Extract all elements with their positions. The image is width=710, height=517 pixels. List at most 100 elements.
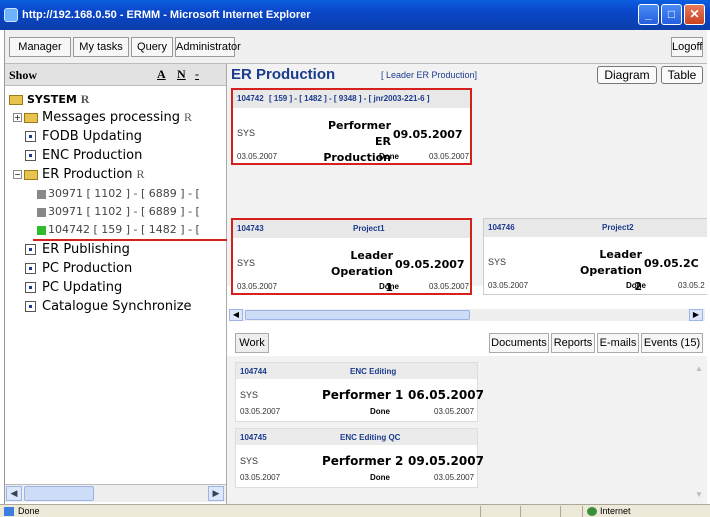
- card-id: 104743: [237, 224, 264, 233]
- card-end-date: 03.05.2007: [434, 473, 475, 482]
- right-content-panel: ER Production [ Leader ER Production] Di…: [227, 64, 707, 504]
- card-due-date: 09.05.2C: [644, 257, 699, 270]
- task-card-104742[interactable]: 104742 [ 159 ] - [ 1482 ] - [ 9348 ] - […: [231, 88, 472, 165]
- card-name: ENC Editing QC: [340, 433, 401, 442]
- menu-administrator-button[interactable]: Administrator: [175, 37, 241, 57]
- collapse-icon[interactable]: −: [13, 170, 22, 179]
- card-start-date: 03.05.2007: [488, 281, 529, 290]
- er-production-header: ER Production [ Leader ER Production] Di…: [227, 64, 707, 86]
- tree-item-104742[interactable]: 104742 [ 159 ] - [ 1482 ] - [: [37, 223, 200, 236]
- folder-open-icon: [9, 95, 23, 105]
- filter-a-link[interactable]: A: [157, 67, 166, 82]
- document-icon: [25, 263, 36, 274]
- card-start-date: 03.05.2007: [240, 407, 281, 416]
- tab-work[interactable]: Work: [235, 333, 269, 353]
- left-tree-panel: Show A N - SYSTEM R + Messages processing R…: [5, 64, 227, 504]
- tree-item-catalogue-synchronize[interactable]: Catalogue Synchronize: [25, 299, 192, 314]
- work-vertical-scrollbar[interactable]: ▲ ▼: [693, 364, 705, 504]
- selection-underline: [33, 239, 227, 241]
- card-performer: Performer 2: [322, 454, 404, 468]
- menu-query-button[interactable]: Query: [131, 37, 173, 57]
- green-square-icon: [37, 225, 46, 235]
- work-list: 104744 ENC Editing SYS Performer 1 06.05…: [227, 356, 707, 504]
- grid-horizontal-scrollbar[interactable]: ◀ ▶: [229, 309, 705, 321]
- app-area: Manager My tasks Query Administrator Log…: [4, 30, 707, 504]
- tree-item-pc-updating[interactable]: PC Updating: [25, 280, 122, 295]
- task-card-104743[interactable]: 104743 Project1 SYS Leader Operation 1 09…: [231, 218, 472, 295]
- scroll-thumb[interactable]: [24, 486, 94, 501]
- tree-item-er-publishing[interactable]: ER Publishing: [25, 242, 130, 257]
- maximize-button[interactable]: □: [661, 4, 682, 25]
- card-performer: Performer 1: [322, 388, 404, 402]
- menu-manager-button[interactable]: Manager: [9, 37, 71, 57]
- folder-icon: [24, 112, 38, 123]
- tree-item-er-production[interactable]: − ER Production R: [13, 167, 145, 182]
- card-id: 104746: [488, 223, 515, 232]
- card-end-date: 03.05.2007: [429, 282, 470, 291]
- process-grid: 104742 [ 159 ] - [ 1482 ] - [ 9348 ] - […: [227, 86, 707, 295]
- task-card-104746[interactable]: 104746 Project2 SYS Leader Operation 2 09…: [483, 218, 707, 295]
- left-horizontal-scrollbar[interactable]: ◀ ▶: [5, 484, 226, 502]
- card-end-date: 03.05.2007: [434, 407, 475, 416]
- scroll-left-arrow-icon[interactable]: ◀: [6, 486, 22, 501]
- card-sys: SYS: [488, 257, 507, 267]
- window-title-bar: http://192.168.0.50 - ERMM - Microsoft I…: [0, 0, 710, 30]
- card-id: 104742: [237, 94, 264, 103]
- tab-documents[interactable]: Documents: [489, 333, 549, 353]
- document-icon: [25, 301, 36, 312]
- card-start-date: 03.05.2007: [240, 473, 281, 482]
- filter-n-link[interactable]: N: [177, 67, 186, 82]
- card-name: [ 159 ] - [ 1482 ] - [ 9348 ] - [ jnr200…: [269, 94, 430, 103]
- tab-events[interactable]: Events (15): [641, 333, 703, 353]
- card-name: Project2: [602, 223, 634, 232]
- gray-square-icon: [37, 189, 46, 199]
- scroll-down-arrow-icon[interactable]: ▼: [693, 490, 705, 502]
- tab-reports[interactable]: Reports: [551, 333, 595, 353]
- work-card-104744[interactable]: 104744 ENC Editing SYS Performer 1 06.05…: [235, 362, 484, 422]
- scroll-up-arrow-icon[interactable]: ▲: [693, 364, 705, 376]
- card-due-date: 09.05.2007: [408, 454, 484, 468]
- card-sys: SYS: [240, 456, 259, 466]
- card-status: Done: [379, 152, 399, 161]
- card-due-date: 06.05.2007: [408, 388, 484, 402]
- tree-item-messages-processing[interactable]: + Messages processing R: [13, 110, 192, 125]
- close-button[interactable]: ✕: [684, 4, 705, 25]
- scroll-right-arrow-icon[interactable]: ▶: [208, 486, 224, 501]
- minimize-button[interactable]: _: [638, 4, 659, 25]
- document-icon: [25, 282, 36, 293]
- tree-item-pc-production[interactable]: PC Production: [25, 261, 132, 276]
- table-button[interactable]: Table: [661, 66, 703, 84]
- scroll-left-arrow-icon[interactable]: ◀: [229, 309, 243, 321]
- tree-item-30971-b[interactable]: 30971 [ 1102 ] - [ 6889 ] - [: [37, 205, 200, 218]
- card-status: Done: [370, 473, 390, 482]
- tab-emails[interactable]: E-mails: [597, 333, 639, 353]
- status-bar: Done Internet: [0, 504, 710, 517]
- card-end-date: 03.05.2007: [429, 152, 470, 161]
- logoff-button[interactable]: Logoff: [671, 37, 703, 57]
- tree-item-fodb-updating[interactable]: FODB Updating: [25, 129, 142, 144]
- tree-item-30971-a[interactable]: 30971 [ 1102 ] - [ 6889 ] - [: [37, 187, 200, 200]
- menu-bar: Manager My tasks Query Administrator Log…: [5, 30, 707, 64]
- card-status: Done: [626, 281, 646, 290]
- show-bar: Show A N -: [5, 64, 226, 86]
- card-name: ENC Editing: [350, 367, 397, 376]
- card-id: 104744: [240, 367, 267, 376]
- scroll-thumb[interactable]: [245, 310, 470, 320]
- card-id: 104745: [240, 433, 267, 442]
- security-zone: Internet: [600, 506, 631, 516]
- scroll-right-arrow-icon[interactable]: ▶: [689, 309, 703, 321]
- tree-item-enc-production[interactable]: ENC Production: [25, 148, 142, 163]
- menu-my-tasks-button[interactable]: My tasks: [73, 37, 129, 57]
- document-icon: [25, 244, 36, 255]
- tree-item-system[interactable]: SYSTEM R: [9, 92, 89, 107]
- card-sys: SYS: [237, 258, 256, 268]
- detail-tabs: Work Documents Reports E-mails Events (1…: [227, 330, 707, 356]
- work-card-104745[interactable]: 104745 ENC Editing QC SYS Performer 2 09…: [235, 428, 484, 488]
- filter-dash-link[interactable]: -: [195, 67, 199, 82]
- card-due-date: 09.05.2007: [395, 258, 465, 271]
- internet-explorer-icon: [4, 8, 18, 22]
- diagram-button[interactable]: Diagram: [597, 66, 657, 84]
- window-title: http://192.168.0.50 - ERMM - Microsoft I…: [22, 9, 311, 21]
- expand-icon[interactable]: +: [13, 113, 22, 122]
- card-name: Project1: [353, 224, 385, 233]
